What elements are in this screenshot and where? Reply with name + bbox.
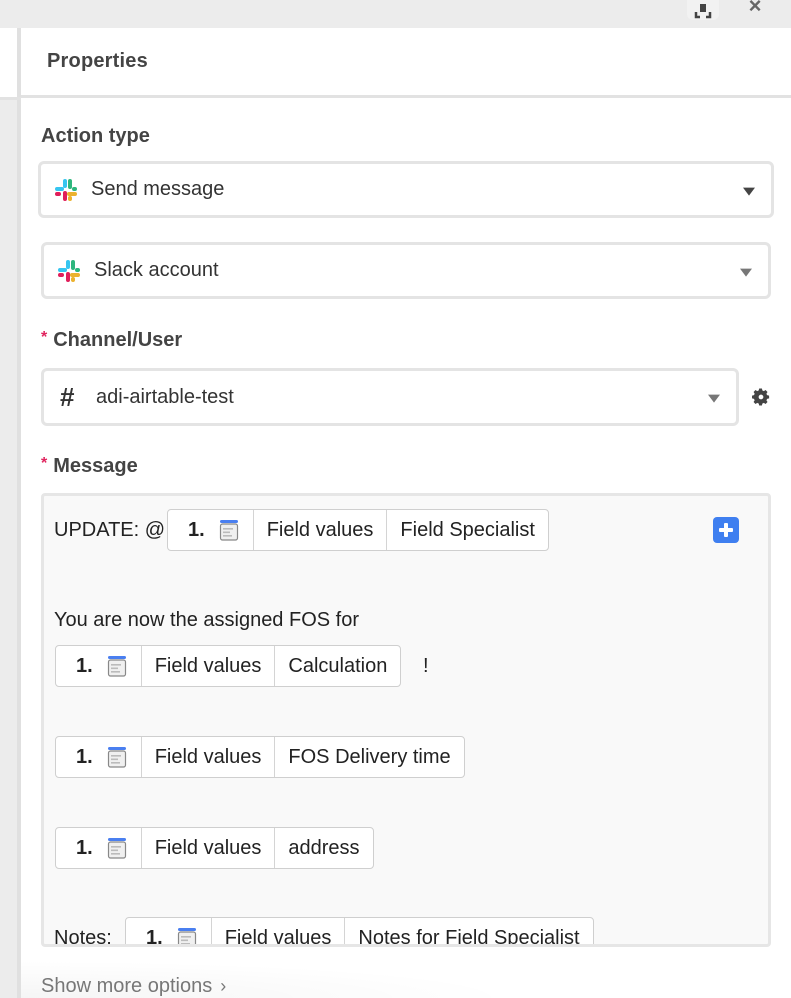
action-type-value: Send message <box>91 178 225 200</box>
panel-header: Properties <box>21 28 791 98</box>
channel-label-text: Channel/User <box>53 329 183 351</box>
token-source: Field values <box>140 646 275 686</box>
token-source: Field values <box>210 918 345 944</box>
plus-icon[interactable] <box>713 517 739 543</box>
field-token[interactable]: 1. Field values Field Specialist <box>167 509 549 551</box>
window-top-bar: × <box>0 0 791 28</box>
token-step: 1. <box>126 918 211 944</box>
close-button[interactable]: × <box>744 0 766 17</box>
token-field: Notes for Field Specialist <box>344 918 592 944</box>
token-source: Field values <box>140 828 275 868</box>
token-step: 1. <box>168 510 253 550</box>
step-number: 1. <box>76 836 93 859</box>
message-text-assigned: You are now the assigned FOS for <box>54 609 359 631</box>
record-icon <box>219 520 238 541</box>
token-field: address <box>274 828 372 868</box>
gutter-shade <box>0 100 17 998</box>
step-number: 1. <box>188 518 205 541</box>
record-icon <box>107 838 126 859</box>
chevron-down-icon <box>743 187 755 196</box>
chevron-right-icon: › <box>220 976 227 996</box>
field-token[interactable]: 1. Field values Calculation <box>55 645 402 687</box>
channel-value: adi-airtable-test <box>96 385 234 408</box>
message-label: * Message <box>41 455 138 478</box>
message-text-exclaim: ! <box>423 655 429 677</box>
message-text-notes: Notes: <box>54 927 112 944</box>
screenshot-capture-icon <box>694 4 712 19</box>
record-icon <box>107 747 126 768</box>
gear-icon[interactable] <box>750 386 772 408</box>
message-text-update: UPDATE: @ <box>54 519 166 541</box>
required-marker: * <box>41 329 48 346</box>
notes-line-clip: Notes: 1. Field values Notes for Field S… <box>44 900 768 944</box>
panel-title: Properties <box>47 50 148 72</box>
token-step: 1. <box>56 828 141 868</box>
slack-icon <box>55 178 77 201</box>
slack-account-value: Slack account <box>94 259 219 281</box>
token-step: 1. <box>56 646 141 686</box>
token-field: Calculation <box>274 646 400 686</box>
slack-account-select[interactable]: Slack account <box>41 242 771 299</box>
action-type-label: Action type <box>41 125 150 147</box>
left-gutter <box>0 28 17 998</box>
slack-icon <box>58 259 80 282</box>
field-token[interactable]: 1. Field values Notes for Field Speciali… <box>125 917 594 944</box>
channel-label: * Channel/User <box>41 329 182 352</box>
step-number: 1. <box>146 926 163 945</box>
field-token[interactable]: 1. Field values FOS Delivery time <box>55 736 465 778</box>
action-type-select[interactable]: Send message <box>38 161 774 218</box>
token-source: Field values <box>140 737 275 777</box>
message-label-text: Message <box>53 455 138 477</box>
step-number: 1. <box>76 745 93 768</box>
header-divider-left <box>0 97 21 100</box>
show-more-label: Show more options <box>41 975 213 997</box>
capture-button[interactable] <box>687 0 719 20</box>
show-more-options-link[interactable]: Show more options › <box>41 975 226 998</box>
token-step: 1. <box>56 737 141 777</box>
token-source: Field values <box>252 510 387 550</box>
chevron-down-icon <box>708 394 720 403</box>
channel-select[interactable]: # adi-airtable-test <box>41 368 739 426</box>
message-editor[interactable] <box>41 493 771 947</box>
step-number: 1. <box>76 654 93 677</box>
hash-icon: # <box>60 381 75 412</box>
token-field: Field Specialist <box>386 510 548 550</box>
field-token[interactable]: 1. Field values address <box>55 827 374 869</box>
close-icon: × <box>748 0 762 18</box>
token-field: FOS Delivery time <box>274 737 463 777</box>
record-icon <box>177 928 196 944</box>
chevron-down-icon <box>740 268 752 277</box>
required-marker: * <box>41 455 48 472</box>
record-icon <box>107 656 126 677</box>
